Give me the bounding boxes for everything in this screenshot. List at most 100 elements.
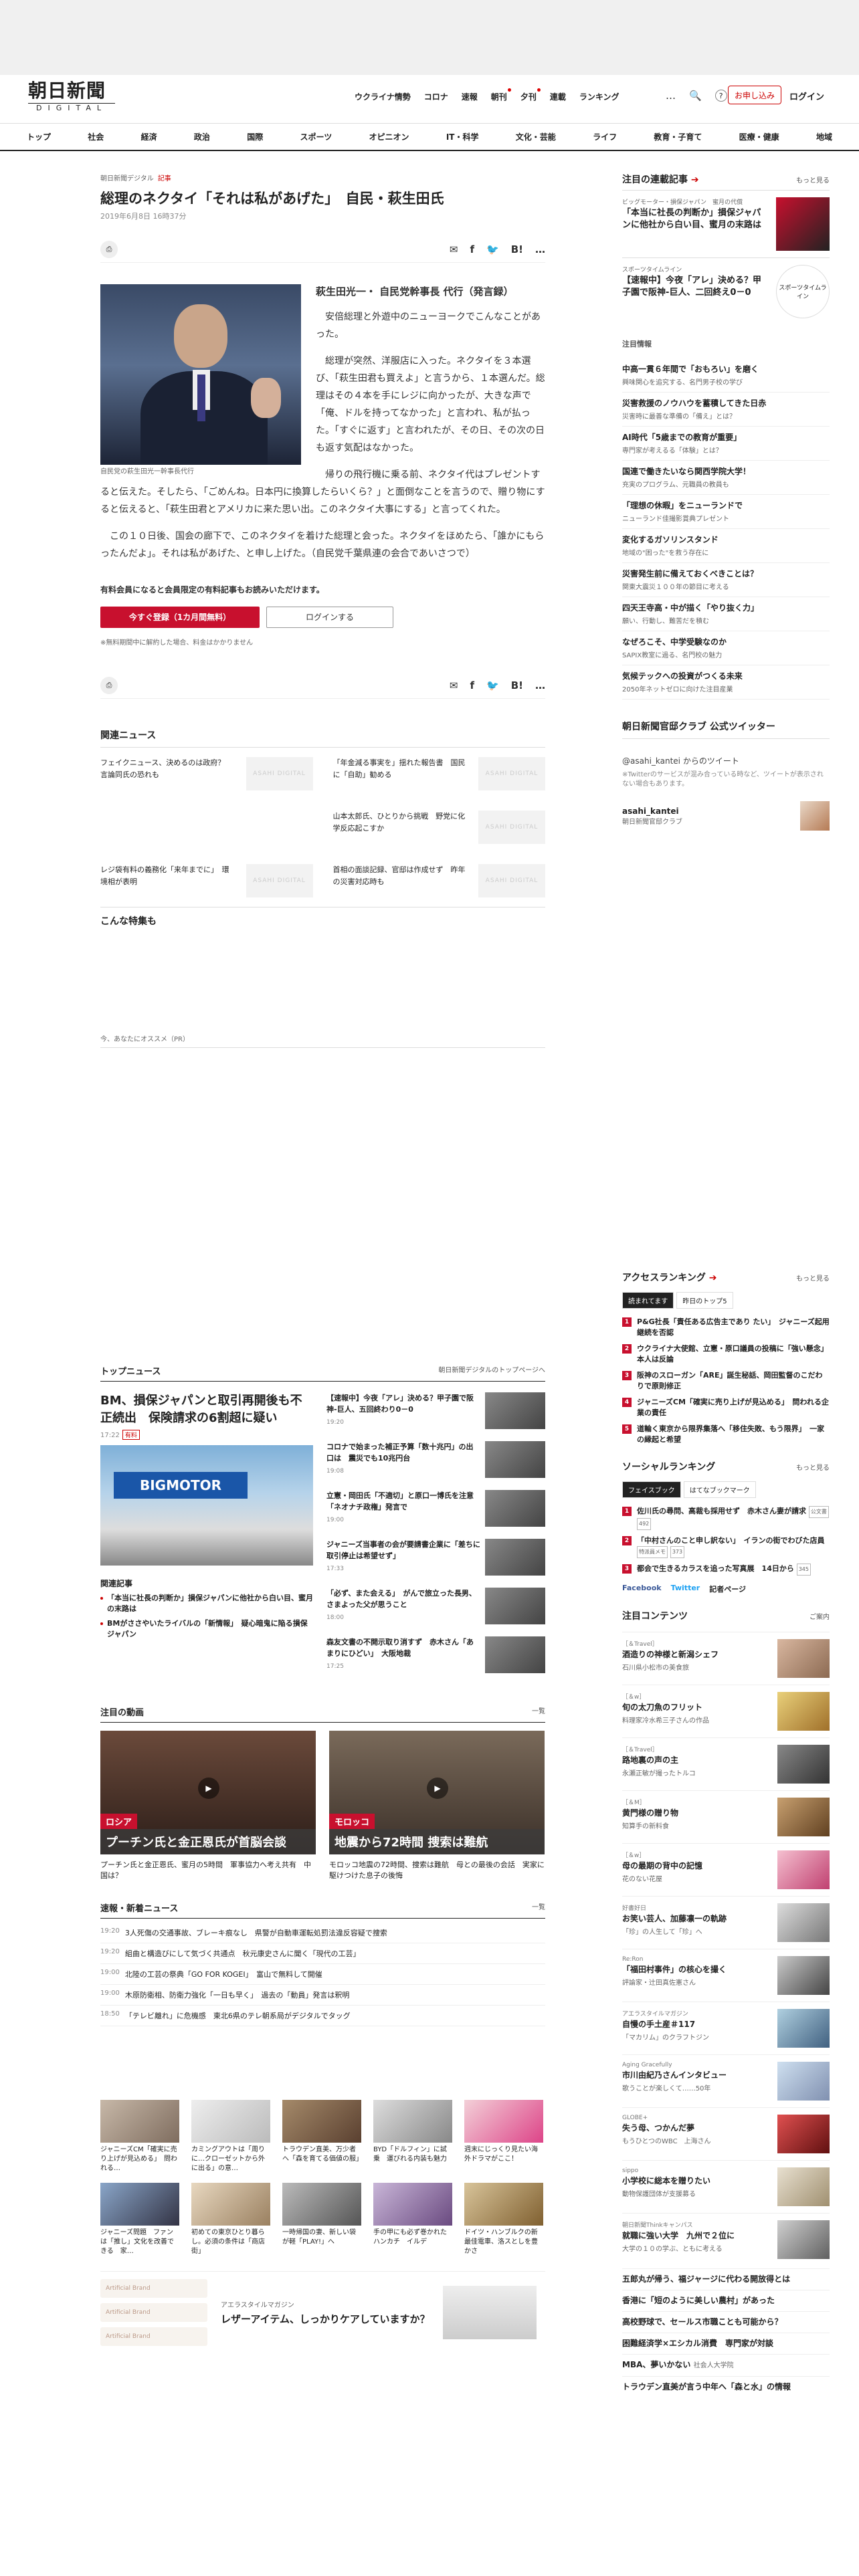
ranking-item[interactable]: 1 佐川氏の尋問、高裁も採用せず 赤木さん妻が請求 公文書 492 (622, 1503, 830, 1533)
twitter-icon[interactable]: 🐦 (486, 679, 499, 691)
login-link[interactable]: ログイン (789, 90, 824, 102)
content-item[interactable]: 好書好日 お笑い芸人、加藤凛一の軌跡 「珍」の人生して「珍」へ (622, 1896, 830, 1949)
nav-morning[interactable]: 朝刊 (491, 88, 511, 102)
promo-item[interactable]: 初めての東京ひとり暮らし。必須の条件は「商店街」 (191, 2183, 270, 2256)
breaking-item[interactable]: 19:20 組曲と構造びにして気づく共通点 秋元康史さんに聞く「現代の工芸」 (100, 1943, 545, 1964)
video-card[interactable]: ▶ モロッコ 地震から72時間 捜索は難航 モロッコ地震の72時間、捜索は難航 母と… (329, 1731, 545, 1881)
notice-item[interactable]: 「理想の休暇」をニューランドで ニューランド佳撮影賞典プレゼント (622, 495, 830, 529)
twitter-icon[interactable]: 🐦 (486, 243, 499, 255)
content-item[interactable]: 朝日新聞Thinkキャンパス 就職に強い大学 九州で２位に 大学の１０の学ぶ、ともに… (622, 2213, 830, 2266)
news-item[interactable]: 「必ず、また会える」 がんで旅立った長男、さまよった父が思うこと 18:00 (326, 1588, 545, 1624)
cat-politics[interactable]: 政治 (194, 131, 210, 142)
hatena-icon[interactable]: B! (511, 243, 523, 255)
facebook-icon[interactable]: f (470, 679, 475, 691)
ad-row[interactable]: Artificial Brand Artificial Brand Artifici… (100, 2271, 545, 2349)
search-icon[interactable]: 🔍 (689, 90, 702, 102)
breadcrumb-home[interactable]: 朝日新聞デジタル (100, 175, 154, 183)
play-icon[interactable]: ▶ (198, 1778, 219, 1799)
ranking-item[interactable]: 5 道輪く東京から限界集落へ「移住失敗、もう限界」 一家の縁起と希望 (622, 1421, 830, 1448)
cat-opinion[interactable]: オピニオン (369, 131, 409, 142)
social-more-link[interactable]: もっと見る (796, 1462, 830, 1472)
content-item[interactable]: アエラスタイルマガジン 自慢の手土産＃117 「マカリム」のクラフトジン (622, 2002, 830, 2054)
twitter-account[interactable]: asahi_kantei 朝日新聞官邸クラブ (622, 801, 830, 831)
featured-series-item[interactable]: スポーツタイムライン 【速報中】今夜「アレ」決める？甲子園で阪神-巨人、二回終え0… (622, 257, 830, 325)
nav-breaking[interactable]: 速報 (462, 91, 478, 102)
nav-ukraine[interactable]: ウクライナ情勢 (355, 91, 411, 102)
content-item[interactable]: Re:Ron 「福田村事件」の核心を撮く 評論家・辻田真佐憲さん (622, 1949, 830, 2002)
cat-economy[interactable]: 経済 (141, 131, 157, 142)
signup-button[interactable]: お申し込み (728, 86, 781, 104)
promo-item[interactable]: ドイツ・ハンブルクの新最佳電車、洛スとしを豊かさ (464, 2183, 543, 2256)
extra-link[interactable]: MBA、夢いかない 社会人大学院 (622, 2354, 830, 2376)
extra-link[interactable]: 香港に「短のように美しい農村」があった (622, 2290, 830, 2311)
article-photo[interactable]: 自民党の萩生田光一幹事長代行 (100, 284, 301, 477)
mail-icon[interactable]: ✉ (450, 243, 458, 255)
lead-image[interactable]: BIGMOTOR (100, 1445, 313, 1566)
content-item[interactable]: GLOBE+ 失う母、つかんだ夢 もうひとつのWBC 上海さん (622, 2107, 830, 2160)
breaking-item[interactable]: 18:50 「テレビ離れ」に危機感 東北6県のテレ朝系局がデジタルでタッグ (100, 2006, 545, 2026)
breadcrumb-kind[interactable]: 記事 (158, 175, 171, 183)
featured-series-item[interactable]: ビッグモーター・損保ジャパン 蜜月の代償 「本当に社長の判断か」損保ジャパンに他社… (622, 190, 830, 257)
notice-item[interactable]: なぜろこそ、中学受験なのか SAPIX教室に過る、名門校の魅力 (622, 631, 830, 665)
nav-ranking[interactable]: ランキング (579, 91, 619, 102)
cat-health[interactable]: 医療・健康 (739, 131, 779, 142)
content-item[interactable]: ［＆M］ 黄門様の贈り物 知算手の新料食 (622, 1790, 830, 1843)
related-item[interactable]: フェイクニュース、決めるのは政府？ 言論同氏の恐れも ASAHI DIGITAL (100, 757, 313, 790)
content-item[interactable]: ［＆Travel］ 酒造りの神様と新潟シェフ 石川県小松市の美食旅 (622, 1632, 830, 1685)
ranking-item[interactable]: 2 ウクライナ大使館、立憲・原口議員の投稿に「強い懸念」 本人は反論 (622, 1341, 832, 1368)
promo-item[interactable]: BYD「ドルフィン」に試乗 運びれる内装も魅力 (373, 2100, 452, 2173)
extra-link[interactable]: トラウデン直美が言う中年へ「森と水」の情報 (622, 2376, 830, 2397)
site-logo[interactable]: 朝日新聞 DIGITAL (28, 80, 115, 114)
related-article[interactable]: 「本当に社長の判断か」損保ジャパンに他社から白い目、蜜月の末路は (100, 1593, 313, 1614)
notice-item[interactable]: 災害発生前に備えておくべきことは？ 関東大震災１００年の節目に考える (622, 563, 830, 597)
notice-item[interactable]: 変化するガソリンスタンド 地域の"困った"を救う存在に (622, 529, 830, 563)
series-more-link[interactable]: もっと見る (796, 175, 830, 185)
related-item[interactable]: 「年金減る事実を」揺れた報告書 国民に「自助」勧める ASAHI DIGITAL (333, 757, 545, 790)
lead-headline[interactable]: BM、損保ジャパンと取引再開後も不正続出 保険請求の6割超に疑い (100, 1394, 302, 1425)
news-item[interactable]: 【速報中】今夜「アレ」決める？甲子園で阪神-巨人、五回終わり0－0 19:20 (326, 1392, 545, 1429)
cat-education[interactable]: 教育・子育て (654, 131, 702, 142)
ranking-item[interactable]: 1 P&G社長「責任ある広告主であり たい」 ジャニーズ起用継続を否認 (622, 1314, 830, 1341)
promo-item[interactable]: ジャニーズ問題 ファンは「推し」文化を改善できる 家… (100, 2183, 179, 2256)
ranking-item[interactable]: 3 阪神のスローガン「ARE」誕生秘話、岡田監督のこだわりで原則修正 (622, 1368, 830, 1394)
breaking-more-link[interactable]: 一覧 (532, 1901, 545, 1914)
facebook-link[interactable]: Facebook (622, 1584, 662, 1594)
related-article[interactable]: BMがささやいたライバルの「新情報」 疑心暗鬼に陥る損保ジャパン (100, 1618, 313, 1640)
promo-item[interactable]: ジャニーズCM「確実に売り上げが見込める」 問われる… (100, 2100, 179, 2173)
reporter-page-link[interactable]: 記者ページ (709, 1584, 746, 1594)
news-item[interactable]: コロナで始まった補正予算「数十兆円」の出口は 震災でも10兆円台 19:08 (326, 1441, 545, 1478)
news-item[interactable]: 森友文書の不開示取り消すず 赤木さん「あまりにひどい」 大阪地裁 17:25 (326, 1636, 545, 1673)
share-more-icon[interactable]: … (535, 679, 545, 691)
help-icon[interactable]: ? (714, 90, 727, 102)
breaking-item[interactable]: 19:20 3人死傷の交通事故、ブレーキ痕なし 県警が自動車運転処罰法違反容疑で捜… (100, 1923, 545, 1943)
print-icon[interactable]: ⎙ (100, 240, 118, 258)
print-icon[interactable]: ⎙ (100, 676, 118, 694)
video-card[interactable]: ▶ ロシア プーチン氏と金正恩氏が首脳会談 プーチン氏と金正恩氏、蜜月の5時間 軍事… (100, 1731, 316, 1881)
top-page-link[interactable]: 朝日新聞デジタルのトップページへ (438, 1364, 545, 1377)
cat-culture[interactable]: 文化・芸能 (516, 131, 556, 142)
more-menu-icon[interactable]: … (666, 90, 676, 102)
related-item[interactable]: 首相の面談記録、官邸は作成せず 昨年の災害対応時も ASAHI DIGITAL (333, 864, 545, 897)
promo-item[interactable]: カミングアウトは「周りに…クローゼットから外に出る」の意… (191, 2100, 270, 2173)
cat-life[interactable]: ライフ (593, 131, 617, 142)
promo-item[interactable]: 一時帰国の妻、新しい袋が軽「PLAY!」へ (282, 2183, 361, 2256)
cat-top[interactable]: トップ (27, 131, 51, 142)
contents-more-link[interactable]: ご案内 (809, 1611, 830, 1621)
twitter-link[interactable]: Twitter (671, 1584, 700, 1594)
extra-link[interactable]: 五郎丸が帰う、福ジャージに代わる開放得とは (622, 2268, 830, 2290)
promo-item[interactable]: トラウデン直美、万少者へ「森を育てる価値の服」 (282, 2100, 363, 2173)
news-item[interactable]: ジャニーズ当事者の会が要請書企業に「差ちに取引停止は希望せず」 17:33 (326, 1539, 545, 1576)
tab-facebook[interactable]: フェイスブック (622, 1481, 681, 1498)
tab-hatena[interactable]: はてなブックマーク (683, 1481, 756, 1498)
breaking-item[interactable]: 19:00 北陸の工芸の祭典「GO FOR KOGEI」 富山で無料して開催 (100, 1964, 545, 1985)
news-item[interactable]: 立憲・岡田氏「不適切」と原口一博氏を注意 「ネオナチ政権」発言で 19:00 (326, 1490, 545, 1527)
promo-item[interactable]: 手の甲にも必ず巻かれたハンカチ イルデ (373, 2183, 452, 2256)
notice-item[interactable]: AI時代「5歳までの教育が重要」 専門家が考えるる「体験」とは？ (622, 427, 830, 461)
ranking-item[interactable]: 2 「中村さんのこと申し訳ない」 イランの街でわびた店員 特派員メモ 373 (622, 1533, 830, 1561)
related-item[interactable]: 山本太郎氏、ひとりから挑戦 野党に化学反応起こすか ASAHI DIGITAL (333, 811, 545, 844)
content-item[interactable]: sippo 小学校に総本を贈りたい 動物保護団体が支援募る (622, 2160, 830, 2213)
cat-region[interactable]: 地域 (816, 131, 832, 142)
cat-sports[interactable]: スポーツ (300, 131, 332, 142)
notice-item[interactable]: 気候テックへの投資がつくる未来 2050年ネットゼロに向けた注目産業 (622, 665, 830, 700)
cat-it-science[interactable]: IT・科学 (446, 131, 479, 142)
